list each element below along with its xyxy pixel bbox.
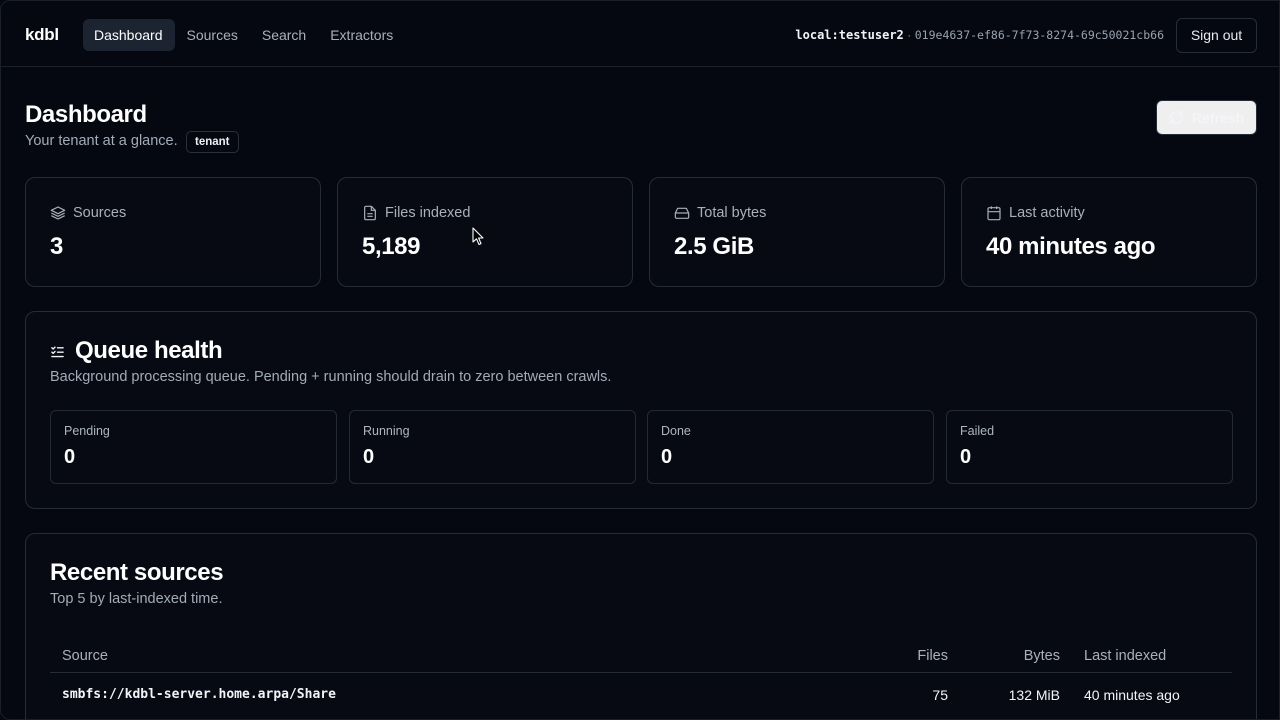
top-nav-bar: kdbl Dashboard Sources Search Extractors… [1, 1, 1279, 67]
user-identity: local:testuser2 · 019e4637-ef86-7f73-827… [795, 28, 1164, 42]
queue-health-title: Queue health [50, 337, 223, 365]
queue-card-running: Running 0 [349, 410, 636, 484]
app-window: kdbl Dashboard Sources Search Extractors… [0, 0, 1280, 720]
column-header-bytes: Bytes [1023, 648, 1060, 664]
queue-card-label: Done [661, 424, 691, 438]
stat-card-last-activity: Last activity 40 minutes ago [961, 177, 1257, 287]
recent-sources-table: Source Files Bytes Last indexed smbfs://… [50, 637, 1232, 717]
mouse-cursor-icon [472, 227, 484, 246]
tenant-badge: tenant [186, 131, 239, 153]
nav-item-search[interactable]: Search [251, 19, 318, 51]
nav-item-extractors[interactable]: Extractors [319, 19, 405, 51]
queue-card-label: Running [363, 424, 410, 438]
stat-value: 5,189 [362, 233, 421, 260]
brand-logo[interactable]: kdbl [25, 25, 59, 45]
stat-card-total-bytes: Total bytes 2.5 GiB [649, 177, 945, 287]
queue-subtitle: Background processing queue. Pending + r… [50, 369, 612, 385]
column-header-source: Source [62, 648, 108, 664]
recent-sources-title: Recent sources [50, 559, 224, 586]
queue-card-value: 0 [960, 446, 972, 468]
refresh-label: Refresh [1191, 109, 1245, 126]
column-header-last-indexed: Last indexed [1084, 648, 1167, 664]
layers-icon [50, 205, 66, 221]
file-icon [362, 205, 378, 221]
queue-card-done: Done 0 [647, 410, 934, 484]
nav-item-dashboard[interactable]: Dashboard [83, 19, 175, 51]
page-subtitle: Your tenant at a glance. [25, 133, 178, 149]
queue-health-panel: Queue health Background processing queue… [25, 311, 1257, 509]
stat-card-files-indexed: Files indexed 5,189 [337, 177, 633, 287]
page-title: Dashboard [25, 101, 147, 128]
table-row[interactable]: smbfs://kdbl-server.home.arpa/Share 75 1… [50, 673, 1232, 717]
sign-out-button[interactable]: Sign out [1176, 18, 1257, 53]
queue-card-value: 0 [661, 446, 673, 468]
queue-card-label: Pending [64, 424, 110, 438]
last-indexed: 40 minutes ago [1084, 687, 1180, 703]
stat-value: 2.5 GiB [674, 233, 754, 260]
queue-card-failed: Failed 0 [946, 410, 1233, 484]
files-count: 75 [932, 687, 948, 703]
recent-sources-subtitle: Top 5 by last-indexed time. [50, 591, 223, 607]
stat-label: Last activity [1009, 205, 1085, 221]
stat-label: Total bytes [697, 205, 767, 221]
recent-sources-panel: Recent sources Top 5 by last-indexed tim… [25, 533, 1257, 719]
user-id: 019e4637-ef86-7f73-8274-69c50021cb66 [914, 28, 1164, 42]
queue-card-value: 0 [64, 446, 76, 468]
main-nav: Dashboard Sources Search Extractors [83, 19, 406, 51]
table-header: Source Files Bytes Last indexed [50, 637, 1232, 673]
queue-card-value: 0 [363, 446, 375, 468]
source-url[interactable]: smbfs://kdbl-server.home.arpa/Share [62, 687, 336, 702]
stat-value: 3 [50, 233, 63, 260]
nav-item-sources[interactable]: Sources [176, 19, 250, 51]
queue-card-pending: Pending 0 [50, 410, 337, 484]
column-header-files: Files [917, 648, 948, 664]
user-name: local:testuser2 [795, 28, 904, 42]
queue-card-label: Failed [960, 424, 995, 438]
user-separator: · [907, 28, 912, 42]
stat-label: Files indexed [385, 205, 471, 221]
stat-card-sources: Sources 3 [25, 177, 321, 287]
refresh-icon [1169, 110, 1184, 125]
stat-value: 40 minutes ago [986, 233, 1156, 260]
queue-title-text: Queue health [75, 337, 223, 364]
bytes-size: 132 MiB [1008, 687, 1060, 703]
refresh-button[interactable]: Refresh [1156, 100, 1257, 135]
hard-drive-icon [674, 205, 690, 221]
stat-label: Sources [73, 205, 127, 221]
calendar-icon [986, 205, 1002, 221]
list-checks-icon [50, 344, 65, 359]
